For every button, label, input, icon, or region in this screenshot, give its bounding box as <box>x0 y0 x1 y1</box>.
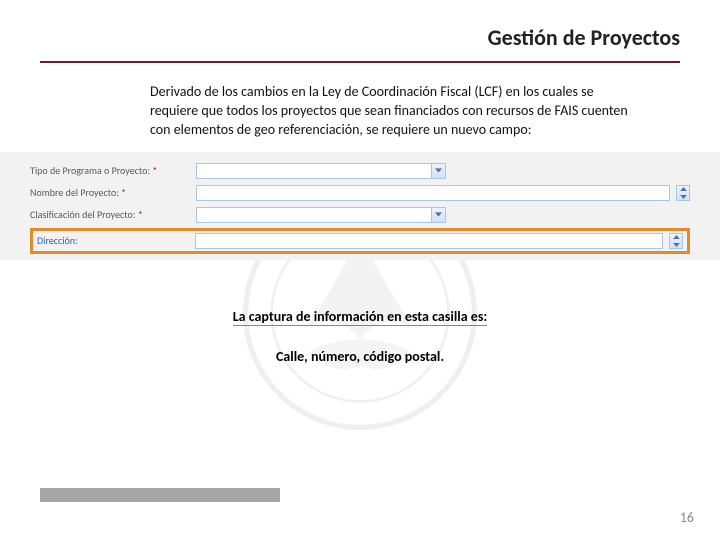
label-direccion: Dirección: <box>37 234 189 247</box>
row-direccion-highlight: Dirección: <box>30 228 690 254</box>
page-number: 16 <box>680 509 694 526</box>
chevron-down-icon <box>431 164 445 178</box>
label-tipo-programa: Tipo de Programa o Proyecto: * <box>30 164 190 177</box>
row-clasificacion: Clasificación del Proyecto: * <box>30 204 690 226</box>
dropdown-clasificacion[interactable] <box>196 207 446 223</box>
header: Gestión de Proyectos <box>0 0 720 57</box>
input-nombre-proyecto[interactable] <box>196 185 670 201</box>
chevron-down-icon <box>431 208 445 222</box>
caption-line-1: La captura de información en esta casill… <box>233 308 488 326</box>
row-tipo-programa: Tipo de Programa o Proyecto: * <box>30 160 690 182</box>
page-title: Gestión de Proyectos <box>0 24 680 51</box>
input-direccion[interactable] <box>195 233 663 249</box>
spinner-icon[interactable] <box>676 185 690 201</box>
row-nombre-proyecto: Nombre del Proyecto: * <box>30 182 690 204</box>
caption-line-2: Calle, número, código postal. <box>0 348 720 365</box>
spinner-icon[interactable] <box>669 233 683 249</box>
label-nombre-proyecto: Nombre del Proyecto: * <box>30 186 190 199</box>
title-rule <box>40 61 680 63</box>
form-screenshot: Tipo de Programa o Proyecto: * Nombre de… <box>0 152 720 260</box>
dropdown-tipo-programa[interactable] <box>196 163 446 179</box>
intro-paragraph: Derivado de los cambios en la Ley de Coo… <box>150 83 640 140</box>
label-clasificacion: Clasificación del Proyecto: * <box>30 208 190 221</box>
footer-bar <box>40 488 280 502</box>
